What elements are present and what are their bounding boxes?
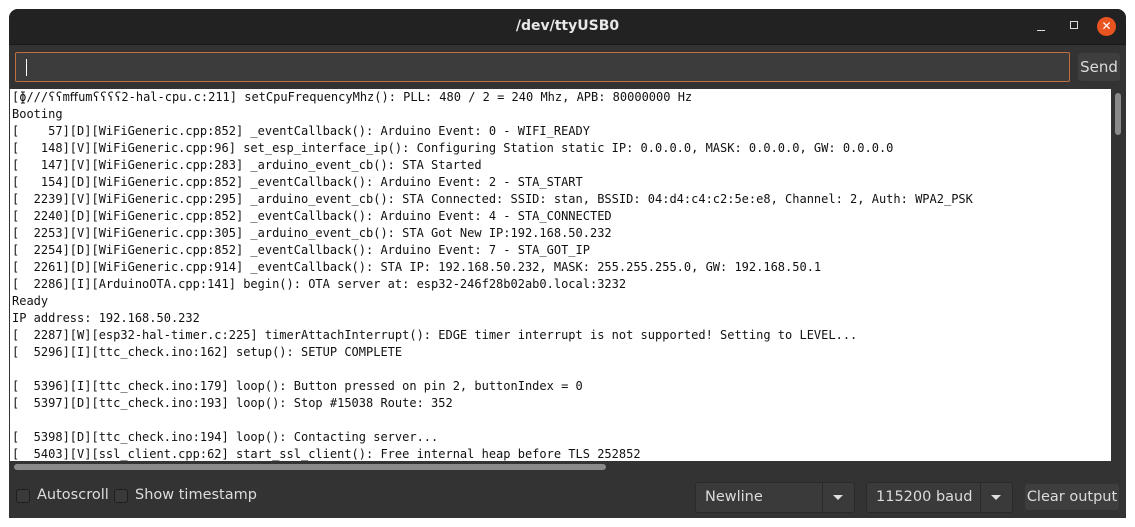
output-line: [ 57][D][WiFiGeneric.cpp:852] _eventCall… <box>12 124 590 138</box>
output-line: [ 2287][W][esp32-hal-timer.c:225] timerA… <box>12 328 858 342</box>
horizontal-scrollbar[interactable] <box>10 461 1111 473</box>
baud-rate-select[interactable]: 115200 baud <box>866 482 1013 513</box>
output-line: [ 2261][D][WiFiGeneric.cpp:914] _eventCa… <box>12 260 822 274</box>
chevron-down-icon[interactable] <box>980 483 1012 512</box>
send-button[interactable]: Send <box>1078 53 1120 81</box>
output-line: [ 148][V][WiFiGeneric.cpp:96] set_esp_in… <box>12 141 894 155</box>
serial-output[interactable]: [ɸ///ʕʕmﬀumʕʕʕʕ2-hal-cpu.c:211] setCpuFr… <box>10 89 1111 461</box>
serial-monitor-window: /dev/ttyUSB0 ✕ Send [ɸ///ʕʕmﬀumʕʕʕʕ2-hal… <box>9 9 1126 518</box>
vertical-scroll-thumb[interactable] <box>1115 93 1121 135</box>
autoscroll-checkbox[interactable] <box>16 489 30 503</box>
output-line: [ 2254][D][WiFiGeneric.cpp:852] _eventCa… <box>12 243 590 257</box>
close-icon: ✕ <box>1101 19 1112 33</box>
send-row: Send <box>9 45 1126 89</box>
show-timestamp-label[interactable]: Show timestamp <box>135 487 257 503</box>
clear-output-button[interactable]: Clear output <box>1025 484 1119 510</box>
output-line: Ready <box>12 294 49 308</box>
vertical-scrollbar[interactable] <box>1111 89 1126 461</box>
autoscroll-label[interactable]: Autoscroll <box>37 487 109 503</box>
output-line: IP address: 192.168.50.232 <box>12 311 200 325</box>
output-line: [ 5398][D][ttc_check.ino:194] loop(): Co… <box>12 430 439 444</box>
text-caret <box>26 59 27 76</box>
output-line: [ 5403][V][ssl_client.cpp:62] start_ssl_… <box>12 447 641 461</box>
chevron-down-icon[interactable] <box>822 483 854 512</box>
output-line: [ 2253][V][WiFiGeneric.cpp:305] _arduino… <box>12 226 612 240</box>
output-line: [ 2239][V][WiFiGeneric.cpp:295] _arduino… <box>12 192 973 206</box>
close-button[interactable]: ✕ <box>1097 17 1116 36</box>
serial-input[interactable] <box>15 52 1070 82</box>
window-title: /dev/ttyUSB0 <box>515 18 620 34</box>
line-ending-select[interactable]: Newline <box>695 482 855 513</box>
minimize-button[interactable] <box>1032 17 1052 37</box>
show-timestamp-checkbox[interactable] <box>114 489 128 503</box>
output-line: [ 5397][D][ttc_check.ino:193] loop(): St… <box>12 396 453 410</box>
output-line: [ 154][D][WiFiGeneric.cpp:852] _eventCal… <box>12 175 583 189</box>
horizontal-scroll-thumb[interactable] <box>14 464 606 470</box>
line-ending-value: Newline <box>705 489 763 505</box>
output-line: Booting <box>12 107 63 121</box>
baud-rate-value: 115200 baud <box>876 489 973 505</box>
output-line: [ 2286][I][ArduinoOTA.cpp:141] begin(): … <box>12 277 627 291</box>
output-line: [ 5296][I][ttc_check.ino:162] setup(): S… <box>12 345 403 359</box>
output-line: [ 2240][D][WiFiGeneric.cpp:852] _eventCa… <box>12 209 612 223</box>
title-bar: /dev/ttyUSB0 ✕ <box>9 9 1126 45</box>
output-line: [ɸ///ʕʕmﬀumʕʕʕʕ2-hal-cpu.c:211] setCpuFr… <box>12 90 693 104</box>
output-line: [ 5396][I][ttc_check.ino:179] loop(): Bu… <box>12 379 583 393</box>
bottom-toolbar: Autoscroll Show timestamp Newline 115200… <box>9 473 1126 518</box>
maximize-button[interactable] <box>1066 17 1086 37</box>
output-line: [ 147][V][WiFiGeneric.cpp:283] _arduino_… <box>12 158 482 172</box>
